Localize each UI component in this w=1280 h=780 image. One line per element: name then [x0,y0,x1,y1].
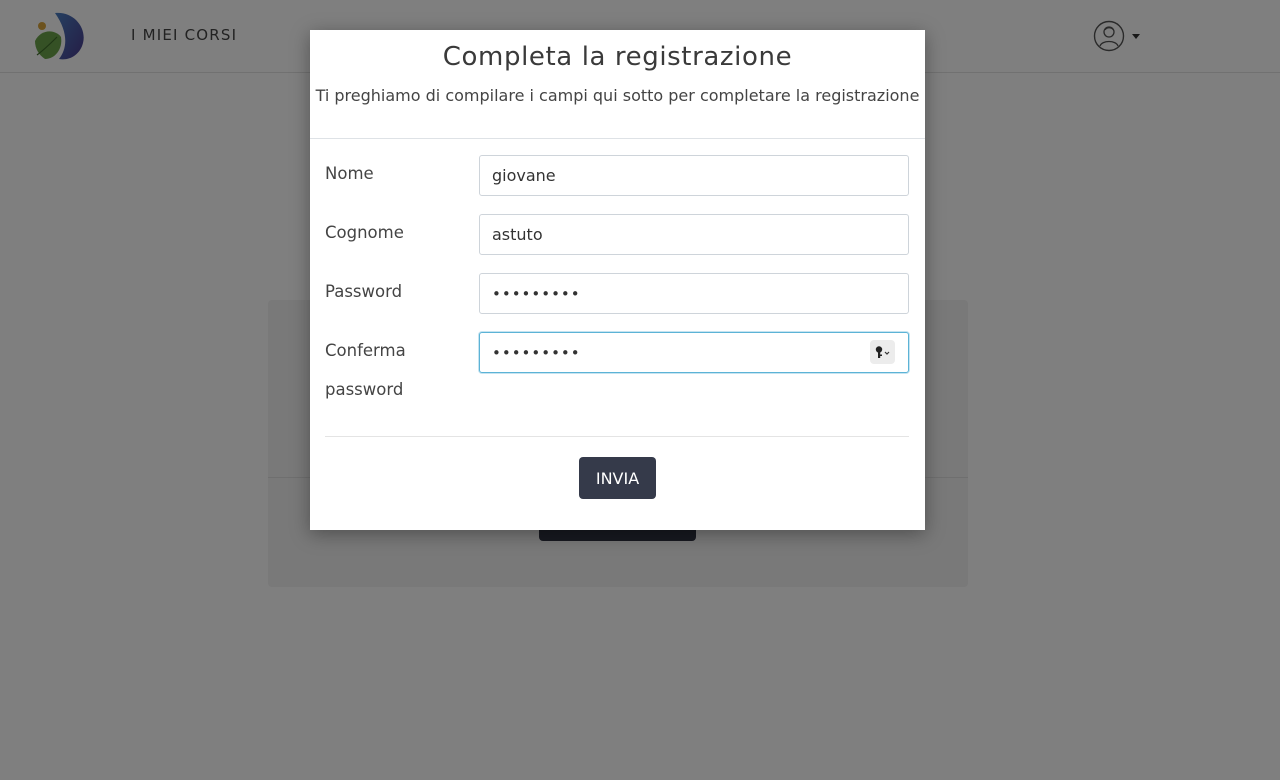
registration-modal: Completa la registrazione Ti preghiamo d… [310,30,925,530]
first-name-label: Nome [325,164,374,183]
confirm-password-label: Conferma password [325,341,406,399]
first-name-input[interactable] [479,155,909,196]
modal-footer-divider [325,436,909,437]
modal-header: Completa la registrazione Ti preghiamo d… [310,30,925,139]
modal-subtitle: Ti preghiamo di compilare i campi qui so… [315,86,920,105]
last-name-input[interactable] [479,214,909,255]
submit-button[interactable]: INVIA [579,457,656,499]
password-input[interactable] [479,273,909,314]
form-row-cognome: Cognome [310,214,925,255]
password-key-button[interactable] [870,340,895,364]
form-row-nome: Nome [310,155,925,196]
form-row-confirm-password: Conferma password [310,332,925,399]
modal-title: Completa la registrazione [442,42,793,72]
password-label: Password [325,282,403,301]
last-name-label: Cognome [325,223,404,242]
confirm-password-input[interactable] [479,332,909,373]
password-key-icon [875,346,889,358]
form-row-password: Password [310,273,925,314]
